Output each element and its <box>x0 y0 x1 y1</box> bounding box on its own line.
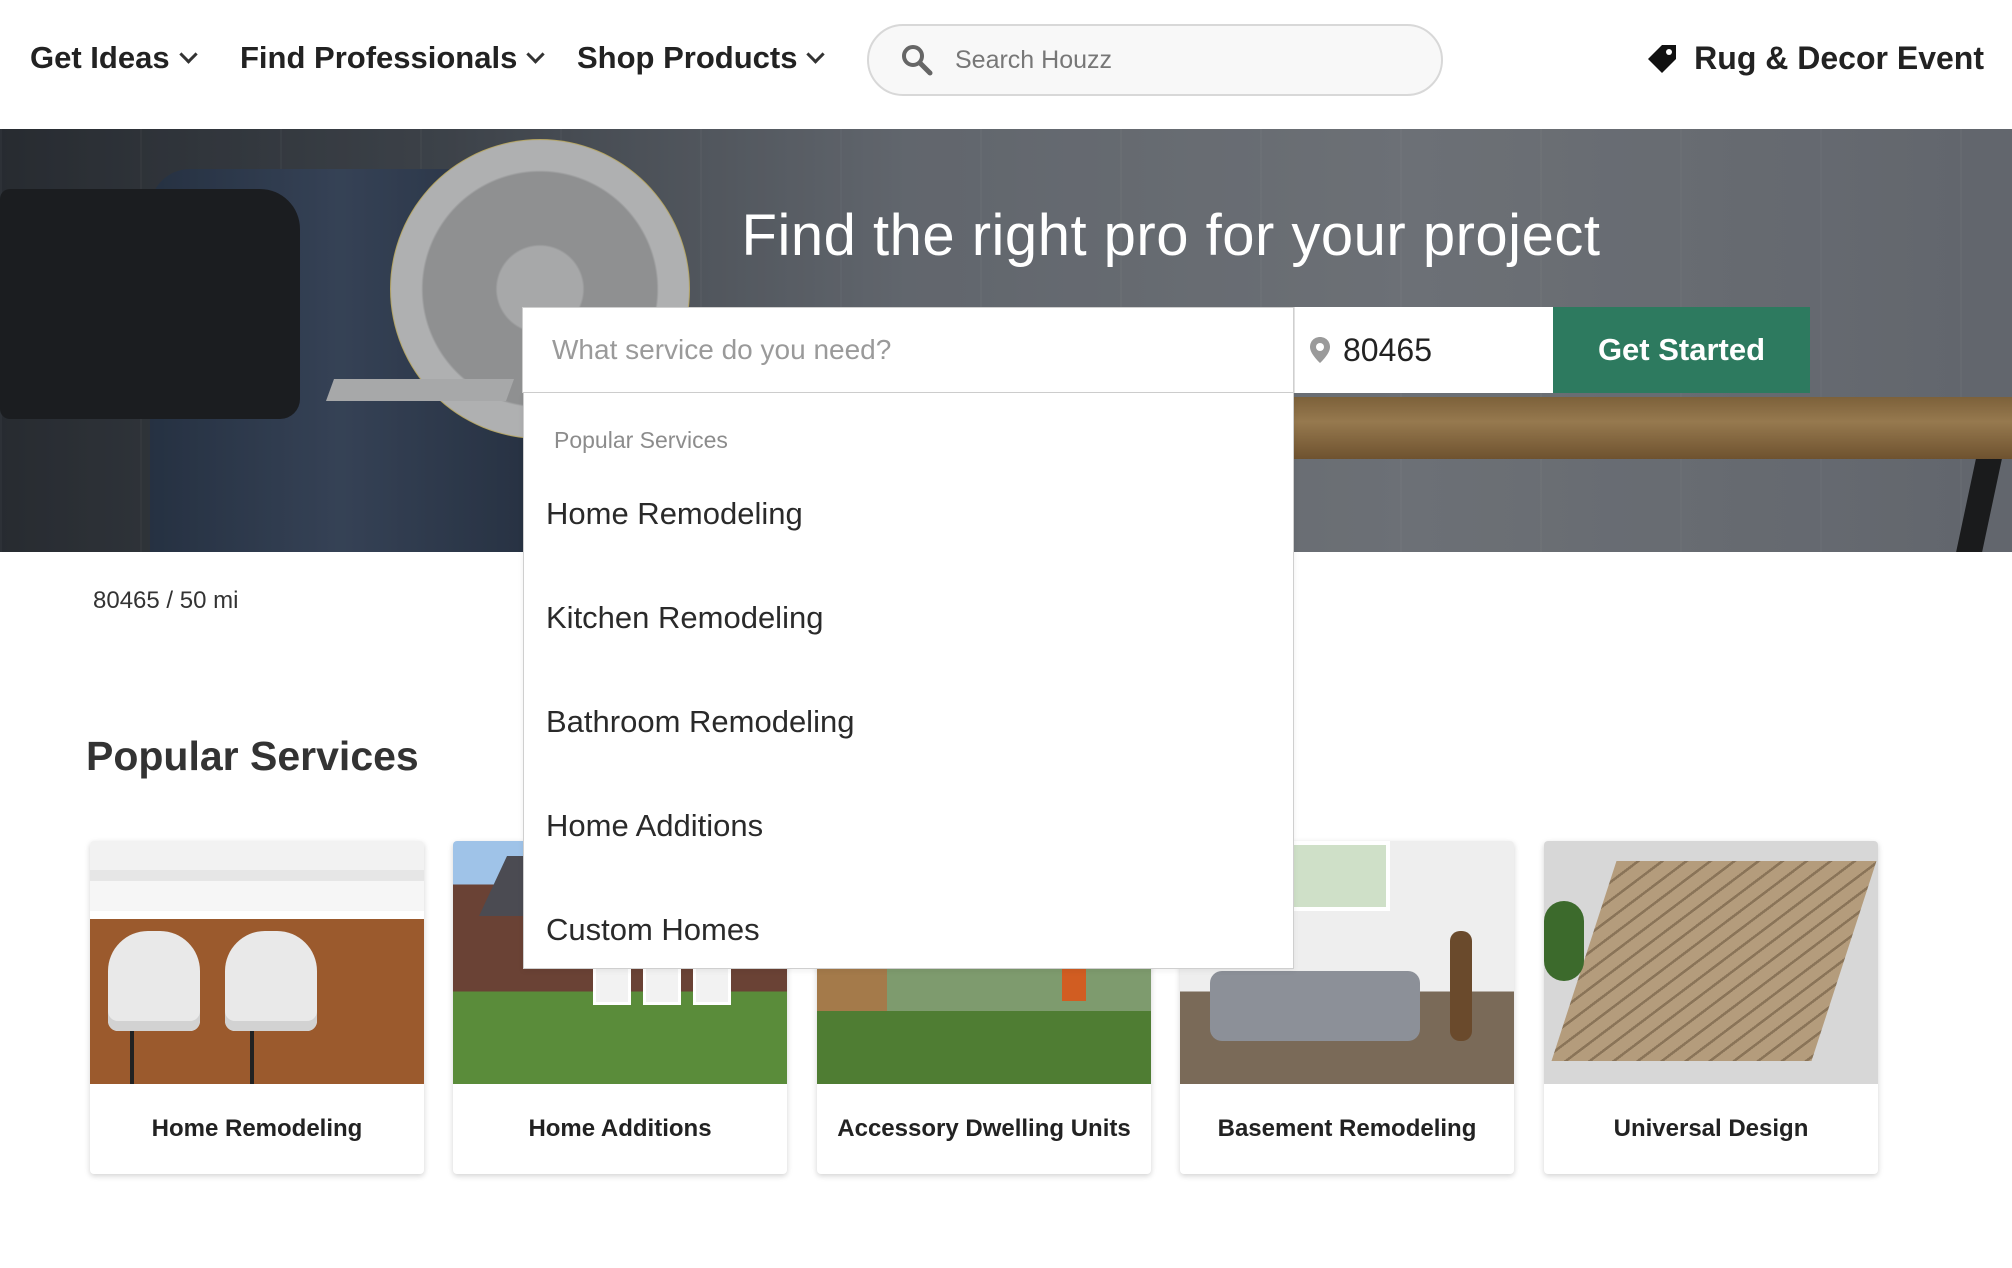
service-card-label: Accessory Dwelling Units <box>837 1115 1131 1142</box>
service-card-label: Universal Design <box>1613 1115 1809 1142</box>
tag-icon <box>1648 44 1677 73</box>
nav-get-ideas-label: Get Ideas <box>30 40 170 75</box>
service-card[interactable]: Home Remodeling <box>90 841 424 1174</box>
service-card-image <box>1544 841 1878 1084</box>
service-search-input[interactable] <box>523 308 1293 392</box>
stool-leg <box>130 1031 134 1084</box>
kitchen-stool <box>225 931 317 1031</box>
chevron-down-icon <box>806 44 826 64</box>
service-card-image <box>90 841 424 1084</box>
suggestion-item[interactable]: Kitchen Remodeling <box>546 600 823 636</box>
sofa <box>1210 971 1420 1041</box>
nav-shop-products[interactable]: Shop Products <box>577 40 826 76</box>
service-search-box[interactable] <box>522 307 1294 393</box>
zip-code-input[interactable] <box>1343 331 1533 369</box>
nav-get-ideas[interactable]: Get Ideas <box>30 40 198 76</box>
zip-code-box[interactable] <box>1294 307 1553 393</box>
chevron-down-icon <box>526 44 546 64</box>
service-card-label: Home Additions <box>528 1115 712 1142</box>
hero-title: Find the right pro for your project <box>741 203 1601 268</box>
location-radius[interactable]: 80465 / 50 mi <box>93 587 238 615</box>
chevron-down-icon <box>178 44 198 64</box>
kitchen-counter <box>90 881 424 911</box>
search-icon[interactable] <box>885 28 949 92</box>
service-card-label: Basement Remodeling <box>1217 1115 1477 1142</box>
promo-link[interactable]: Rug & Decor Event <box>1644 40 1984 77</box>
nav-shop-products-label: Shop Products <box>577 40 798 75</box>
popular-services-title: Popular Services <box>86 733 419 779</box>
suggestion-item[interactable]: Home Remodeling <box>546 496 803 532</box>
service-suggestions-dropdown: Popular Services Home Remodeling Kitchen… <box>523 393 1294 969</box>
service-card-label: Home Remodeling <box>151 1115 363 1142</box>
dropdown-heading: Popular Services <box>554 427 728 453</box>
nav-find-professionals-label: Find Professionals <box>240 40 518 75</box>
nav-find-professionals[interactable]: Find Professionals <box>240 40 546 76</box>
site-search-box[interactable] <box>867 24 1443 96</box>
location-pin-icon <box>1310 337 1330 363</box>
suggestion-item[interactable]: Home Additions <box>546 808 763 844</box>
basement-window <box>1290 841 1390 911</box>
kitchen-stool <box>108 931 200 1031</box>
service-card[interactable]: Universal Design <box>1544 841 1878 1174</box>
get-started-button[interactable]: Get Started <box>1553 307 1810 393</box>
suggestion-item[interactable]: Bathroom Remodeling <box>546 704 854 740</box>
top-nav: Get Ideas Find Professionals Shop Produc… <box>0 0 2012 129</box>
wooden-ramp <box>1551 861 1877 1061</box>
vase <box>1450 931 1472 1041</box>
promo-label: Rug & Decor Event <box>1694 40 1984 76</box>
stool-leg <box>250 1031 254 1084</box>
suggestion-item[interactable]: Custom Homes <box>546 912 760 948</box>
site-search-input[interactable] <box>955 45 1395 75</box>
plant <box>1544 901 1584 981</box>
